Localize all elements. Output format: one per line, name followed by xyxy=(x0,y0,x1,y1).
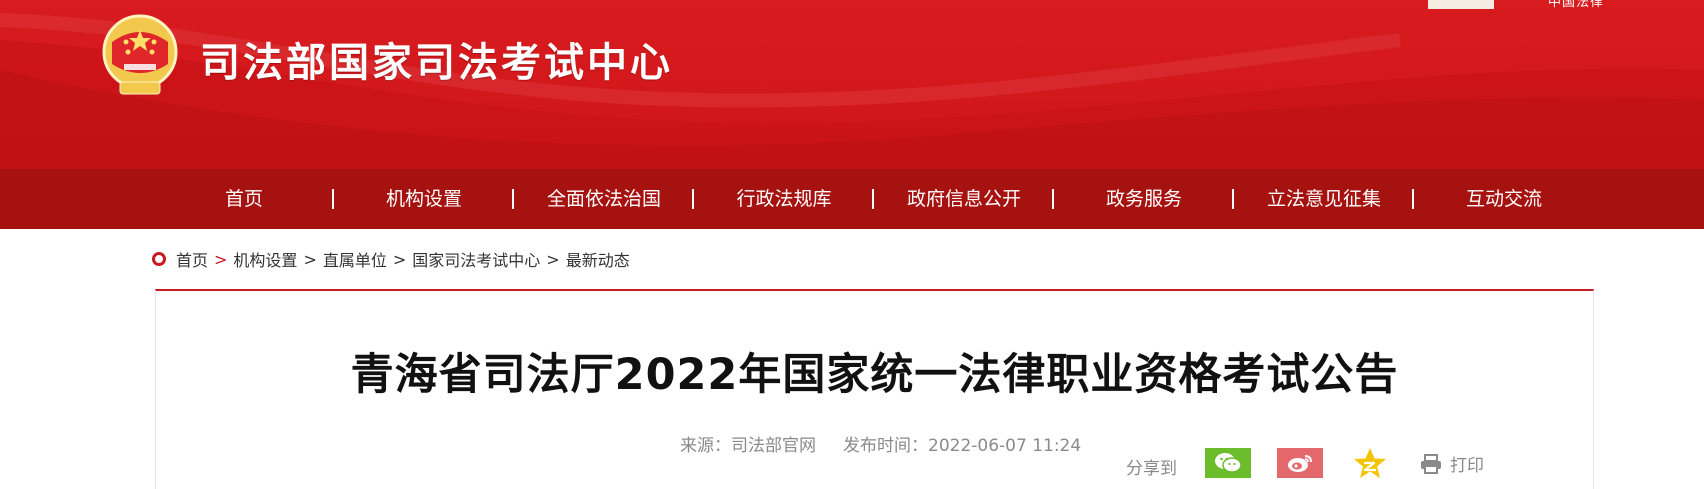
nav-item-home[interactable]: 首页 xyxy=(154,169,334,229)
breadcrumb-latest-news[interactable]: 最新动态 xyxy=(566,247,630,271)
top-language-tab[interactable] xyxy=(1428,0,1494,9)
breadcrumb-separator: > xyxy=(303,249,317,269)
printer-icon xyxy=(1421,453,1441,474)
article-title: 青海省司法厅2022年国家统一法律职业资格考试公告 xyxy=(350,350,1399,400)
article-publish-time: 发布时间：2022-06-07 11:24 xyxy=(843,436,1082,456)
weibo-icon xyxy=(1288,455,1312,472)
breadcrumb-affiliated-units[interactable]: 直属单位 xyxy=(323,247,387,271)
nav-item-legislation[interactable]: 立法意见征集 xyxy=(1234,169,1414,229)
share-wechat-button[interactable] xyxy=(1205,448,1251,478)
breadcrumb: 首页 > 机构设置 > 直属单位 > 国家司法考试中心 > 最新动态 xyxy=(152,247,630,271)
breadcrumb-separator: > xyxy=(392,249,407,269)
nav-item-rule-of-law[interactable]: 全面依法治国 xyxy=(514,169,694,229)
nav-item-regulations[interactable]: 行政法规库 xyxy=(694,169,874,229)
wechat-icon xyxy=(1215,453,1242,473)
nav-item-gov-info[interactable]: 政府信息公开 xyxy=(874,169,1054,229)
breadcrumb-home[interactable]: 首页 xyxy=(176,247,208,271)
share-label: 分享到 xyxy=(1126,459,1177,479)
nav-item-interaction[interactable]: 互动交流 xyxy=(1414,169,1594,229)
main-navigation: 首页 机构设置 全面依法治国 行政法规库 政府信息公开 政务服务 立法意见征集 … xyxy=(0,169,1704,229)
site-title: 司法部国家司法考试中心 xyxy=(200,40,673,86)
breadcrumb-separator: > xyxy=(546,249,560,269)
justice-emblem-icon xyxy=(102,14,178,95)
qzone-icon xyxy=(1354,448,1386,478)
top-right-link[interactable]: 中国法律 xyxy=(1548,0,1604,10)
print-label: 打印 xyxy=(1450,456,1484,476)
breadcrumb-organization[interactable]: 机构设置 xyxy=(233,247,297,271)
nav-item-services[interactable]: 政务服务 xyxy=(1054,169,1234,229)
share-weibo-button[interactable] xyxy=(1277,448,1323,478)
breadcrumb-separator: > xyxy=(214,249,228,269)
article-source: 来源：司法部官网 xyxy=(680,436,816,456)
breadcrumb-location-icon xyxy=(152,252,166,266)
site-banner: 司法部国家司法考试中心 中国法律 xyxy=(0,0,1704,169)
nav-item-organization[interactable]: 机构设置 xyxy=(334,169,514,229)
share-qzone-button[interactable] xyxy=(1350,446,1390,480)
print-button[interactable]: 打印 xyxy=(1420,451,1484,476)
breadcrumb-exam-center[interactable]: 国家司法考试中心 xyxy=(412,247,540,271)
